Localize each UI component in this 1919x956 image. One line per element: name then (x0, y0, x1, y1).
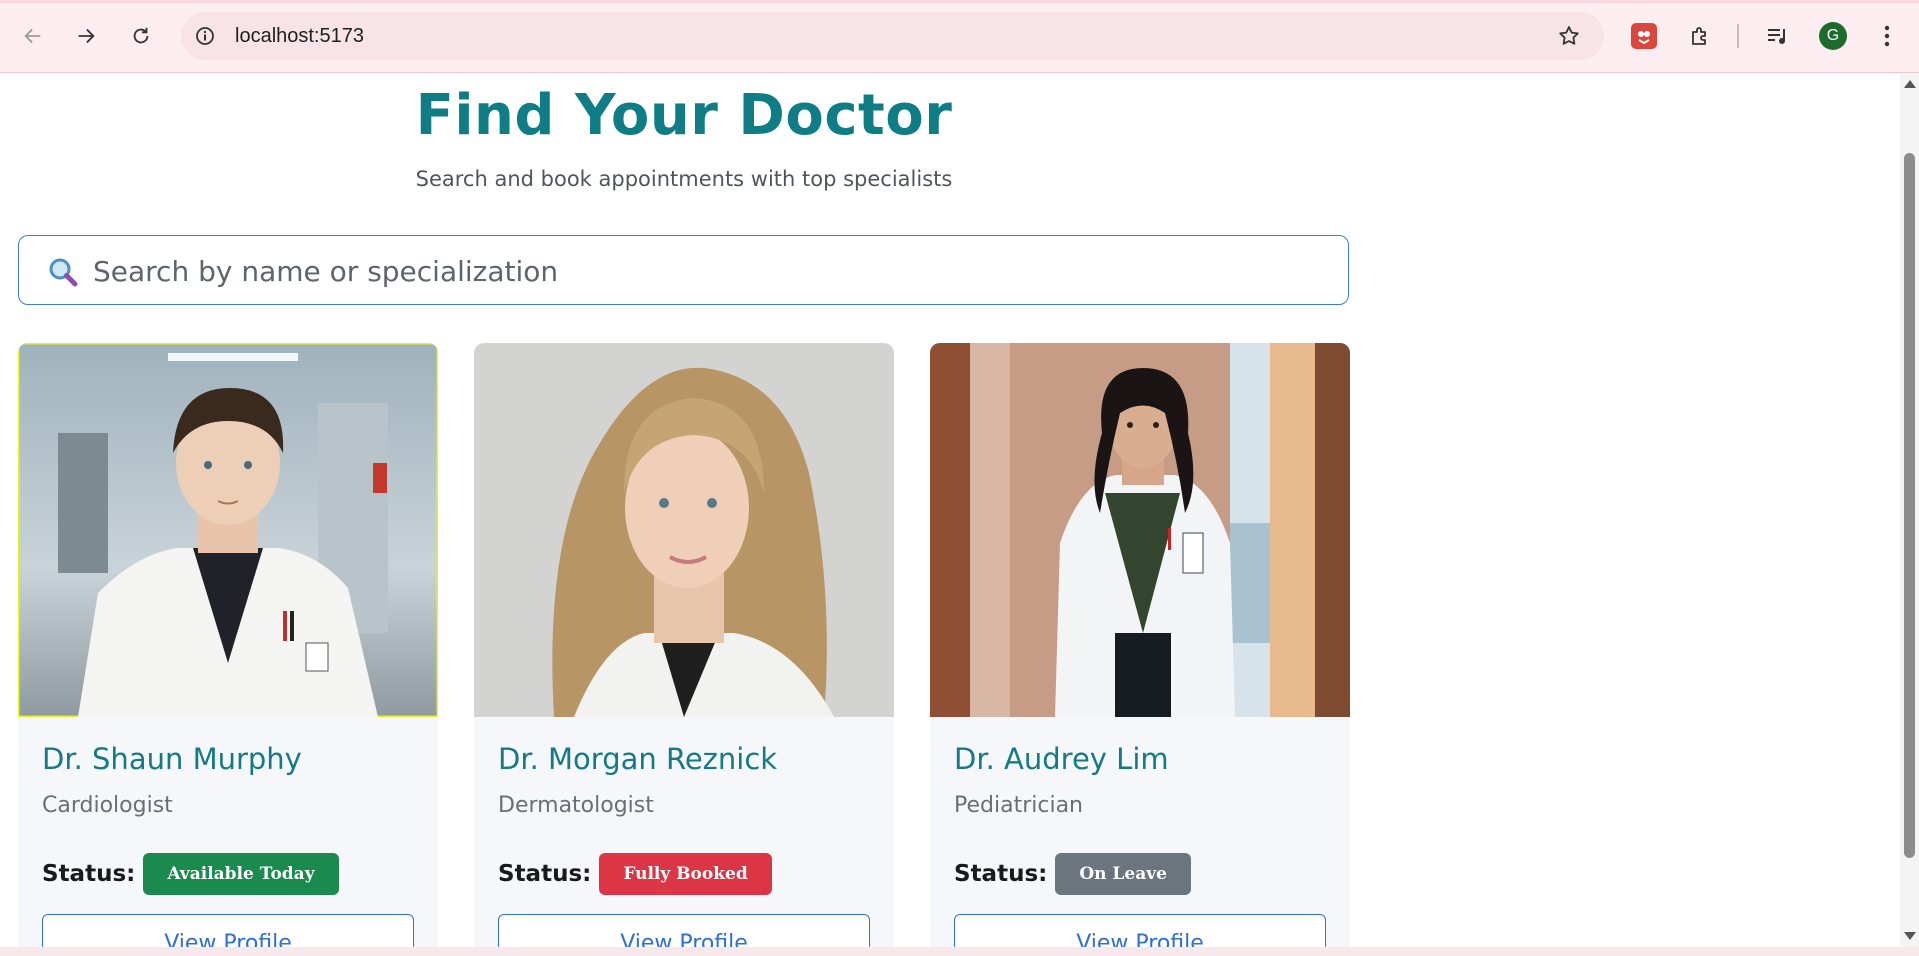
url-text[interactable]: localhost:5173 (235, 25, 364, 48)
extension-icon[interactable] (1628, 20, 1660, 52)
view-profile-button[interactable]: View Profile (498, 914, 870, 947)
doctor-card: Dr. Shaun Murphy Cardiologist Status: Av… (18, 343, 438, 947)
more-menu-icon[interactable] (1871, 20, 1903, 52)
arrow-right-icon (78, 28, 95, 44)
doctor-name[interactable]: Dr. Morgan Reznick (498, 742, 777, 776)
search-icon (49, 258, 78, 287)
page-viewport: Find Your Doctor Search and book appoint… (0, 73, 1900, 947)
window-bottom-edge (0, 947, 1919, 956)
doctor-photo (930, 343, 1350, 717)
doctor-photo (474, 343, 894, 717)
page-subtitle: Search and book appointments with top sp… (415, 167, 953, 191)
doctor-specialization: Pediatrician (954, 793, 1083, 818)
doctor-card: Dr. Morgan Reznick Dermatologist Status:… (474, 343, 894, 947)
page-scrollbar[interactable] (1900, 73, 1919, 947)
address-bar[interactable]: localhost:5173 (181, 12, 1604, 60)
status-badge: Fully Booked (599, 853, 772, 895)
status-row: Status: Fully Booked (498, 853, 772, 895)
arrow-left-icon (24, 28, 41, 44)
status-row: Status: Available Today (42, 853, 339, 895)
doctor-specialization: Cardiologist (42, 793, 173, 818)
back-button[interactable] (16, 19, 50, 53)
search-box[interactable] (18, 235, 1349, 305)
scroll-down-arrow-icon[interactable] (1904, 932, 1916, 940)
reload-icon (133, 27, 149, 44)
doctor-specialization: Dermatologist (498, 793, 654, 818)
scrollbar-thumb[interactable] (1904, 153, 1915, 858)
bookmark-star-icon[interactable] (1556, 23, 1582, 49)
doctor-name[interactable]: Dr. Shaun Murphy (42, 742, 302, 776)
forward-button[interactable] (69, 19, 103, 53)
media-controls-icon[interactable] (1762, 20, 1794, 52)
status-label: Status: (954, 861, 1048, 887)
browser-toolbar: localhost:5173 G (0, 0, 1919, 73)
doctor-photo (18, 343, 438, 717)
toolbar-divider (1737, 24, 1739, 48)
doctor-card: Dr. Audrey Lim Pediatrician Status: On L… (930, 343, 1350, 947)
page-title: Find Your Doctor (415, 83, 953, 148)
doctor-name[interactable]: Dr. Audrey Lim (954, 742, 1169, 776)
site-info-icon[interactable] (193, 24, 217, 48)
tab-strip-edge (0, 0, 1919, 3)
status-label: Status: (42, 861, 136, 887)
reload-button[interactable] (124, 19, 158, 53)
view-profile-button[interactable]: View Profile (42, 914, 414, 947)
profile-avatar[interactable]: G (1819, 22, 1847, 50)
extensions-puzzle-icon[interactable] (1684, 20, 1716, 52)
status-badge: On Leave (1055, 853, 1191, 895)
status-label: Status: (498, 861, 592, 887)
scroll-up-arrow-icon[interactable] (1904, 80, 1916, 88)
status-badge: Available Today (143, 853, 339, 895)
view-profile-button[interactable]: View Profile (954, 914, 1326, 947)
search-input[interactable] (91, 248, 1325, 294)
status-row: Status: On Leave (954, 853, 1191, 895)
